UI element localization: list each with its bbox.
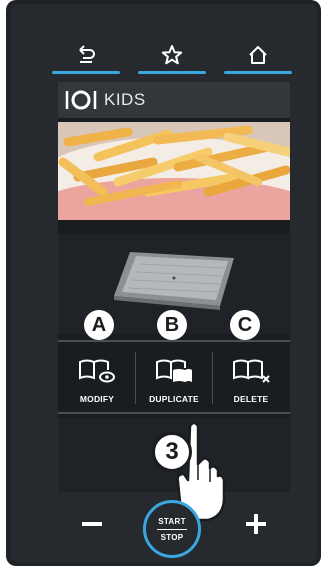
home-icon bbox=[249, 46, 267, 64]
home-underline bbox=[224, 71, 292, 74]
back-button[interactable] bbox=[52, 36, 120, 74]
book-copy-icon bbox=[156, 359, 192, 382]
modify-button[interactable]: MODIFY bbox=[60, 346, 134, 410]
book-x-icon bbox=[233, 359, 270, 383]
baking-tray-icon bbox=[114, 252, 234, 310]
duplicate-button[interactable]: DUPLICATE bbox=[137, 346, 211, 410]
cutlery-plate-icon bbox=[65, 90, 97, 110]
back-underline bbox=[52, 71, 120, 74]
favorite-underline bbox=[138, 71, 206, 74]
delete-label: DELETE bbox=[233, 394, 269, 404]
delete-button[interactable]: DELETE bbox=[214, 346, 288, 410]
separator-bottom bbox=[58, 412, 290, 414]
duplicate-label: DUPLICATE bbox=[149, 394, 199, 404]
start-label: START bbox=[158, 516, 186, 526]
separator-top bbox=[58, 340, 290, 342]
badge-b: B bbox=[157, 310, 187, 340]
minus-icon bbox=[82, 522, 102, 526]
plus-icon-vertical bbox=[254, 514, 258, 534]
program-title-bar: KIDS bbox=[58, 82, 290, 118]
favorite-button[interactable] bbox=[138, 36, 206, 74]
action-divider-1 bbox=[135, 352, 136, 404]
badge-c: C bbox=[230, 310, 260, 340]
action-divider-2 bbox=[212, 352, 213, 404]
step-number-badge: 3 bbox=[152, 432, 192, 472]
home-button[interactable] bbox=[224, 36, 292, 74]
french-fries-photo bbox=[58, 122, 290, 220]
star-icon bbox=[161, 45, 183, 65]
badge-a: A bbox=[84, 310, 114, 340]
program-actions: MODIFY DUPLICATE DELETE bbox=[58, 346, 290, 410]
start-stop-divider bbox=[157, 528, 187, 530]
back-arrow-icon bbox=[79, 45, 95, 63]
book-eye-icon bbox=[79, 359, 115, 383]
stop-label: STOP bbox=[160, 532, 184, 542]
top-nav bbox=[52, 36, 292, 74]
start-stop-button[interactable]: START STOP bbox=[143, 500, 201, 558]
modify-label: MODIFY bbox=[79, 394, 115, 404]
program-title: KIDS bbox=[104, 90, 146, 109]
